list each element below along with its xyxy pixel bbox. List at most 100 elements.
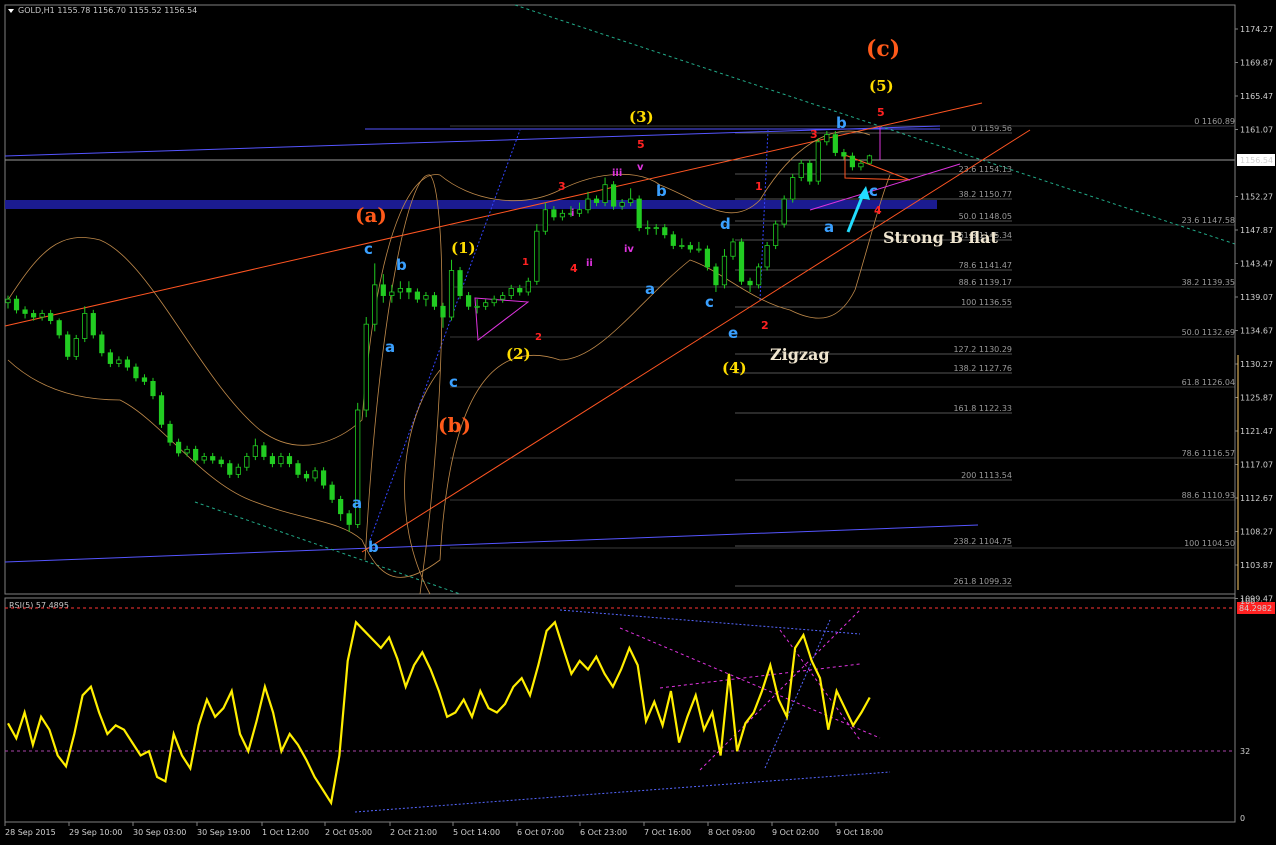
candle-body	[39, 313, 45, 318]
candle-body	[764, 245, 770, 268]
candle-body	[593, 198, 600, 203]
candle-body	[56, 320, 62, 336]
fib-right-label: 100 1104.50	[1184, 539, 1235, 548]
candle-body	[312, 470, 318, 479]
price-axis-label: 1121.47	[1240, 427, 1273, 436]
wave-label-1-red-right: 1	[755, 180, 763, 193]
time-axis-label: 6 Oct 23:00	[580, 828, 627, 837]
candle-body	[261, 445, 267, 457]
candle-body	[116, 359, 122, 364]
candle-body	[389, 291, 395, 296]
symbol-name: GOLD,H1	[18, 6, 57, 15]
fib-left-label: 238.2 1104.75	[953, 537, 1012, 546]
candle-body	[184, 448, 190, 454]
rsi-panel-frame	[4, 597, 1236, 823]
orange-ellipse-right	[404, 369, 441, 595]
wave-label-3-yellow: (3)	[629, 108, 654, 126]
wave-label-2-red-right: 2	[761, 319, 769, 332]
candle-body	[721, 255, 728, 286]
candle-body	[738, 241, 745, 282]
price-axis-label: 1169.87	[1240, 59, 1273, 68]
candle-body	[508, 288, 514, 296]
candle-body	[22, 309, 28, 314]
wave-label-ii: ii	[586, 258, 593, 269]
candle-body	[704, 248, 711, 268]
price-axis-label: 1112.67	[1240, 494, 1273, 503]
candle-body	[363, 323, 369, 411]
candle-body	[670, 234, 676, 246]
wave-label-d-blue: d	[720, 215, 731, 233]
ohlc-values: 1155.78 1156.70 1155.52 1156.54	[57, 6, 197, 15]
rsi-trend-1	[354, 771, 891, 813]
dotted-lower	[194, 501, 461, 595]
candle-body	[295, 463, 301, 475]
rsi-axis-0: 0	[1240, 814, 1245, 823]
fib-left-label: 200 1113.54	[961, 471, 1012, 480]
wave-label-b-large: (b)	[438, 413, 471, 437]
candle-body	[320, 470, 327, 486]
fib-right-label: 50.0 1132.69	[1182, 328, 1235, 337]
time-axis-label: 28 Sep 2015	[5, 828, 56, 837]
candle-body	[653, 227, 659, 230]
wave-label-c-blue-2: c	[449, 373, 458, 391]
candle-body	[662, 227, 668, 236]
candle-body	[372, 284, 378, 325]
candle-body	[798, 162, 804, 178]
candle-body	[465, 295, 472, 307]
candle-body	[65, 334, 71, 357]
fib-right-label: 23.6 1147.58	[1182, 216, 1235, 225]
candle-body	[210, 456, 216, 461]
fib-left-label: 78.6 1141.47	[959, 261, 1012, 270]
wave-label-b-blue-3: b	[656, 182, 667, 200]
wave-label-5-yellow: (5)	[869, 77, 894, 95]
candle-body	[167, 423, 173, 443]
candle-body	[150, 380, 156, 397]
candle-body	[423, 295, 429, 300]
blue-trendline-bottom	[4, 524, 979, 563]
candle-body	[431, 295, 438, 307]
time-axis-label: 30 Sep 19:00	[197, 828, 250, 837]
candle-body	[448, 270, 455, 318]
price-axis-label: 1147.87	[1240, 226, 1273, 235]
rsi-level-32: 32	[1240, 747, 1250, 756]
wave-label-5-red-mid: 5	[637, 138, 645, 151]
candle-body	[832, 134, 838, 153]
wave-label-2-yellow: (2)	[506, 345, 531, 363]
candle-body	[730, 241, 736, 257]
time-axis-label: 7 Oct 16:00	[644, 828, 691, 837]
rsi-axis-100: 100	[1240, 597, 1255, 606]
rsi-trend-3	[619, 627, 881, 739]
candle-body	[483, 302, 489, 307]
chart-menu-triangle-icon[interactable]	[8, 9, 14, 13]
wave-label-2-red-left: 2	[535, 332, 542, 343]
price-axis-label: 1174.27	[1240, 25, 1273, 34]
candle-body	[610, 184, 617, 207]
wave-label-b-blue-2: b	[368, 538, 379, 556]
candle-body	[227, 463, 233, 475]
candle-body	[559, 212, 566, 218]
fib-right-label: 78.6 1116.57	[1182, 449, 1235, 458]
candle-body	[542, 209, 548, 232]
candle-body	[124, 359, 131, 368]
price-axis-label: 1134.67	[1240, 327, 1273, 336]
fib-left-label: 138.2 1127.76	[953, 364, 1012, 373]
candle-body	[269, 456, 276, 465]
time-axis-label: 1 Oct 12:00	[262, 828, 309, 837]
candle-body	[713, 266, 719, 286]
candle-body	[338, 499, 344, 515]
wave-label-a-blue-3: a	[645, 280, 655, 298]
wave-label-iv: iv	[624, 244, 634, 255]
candle-body	[815, 141, 821, 182]
price-axis-label: 1143.47	[1240, 260, 1273, 269]
time-axis-label: 30 Sep 03:00	[133, 828, 186, 837]
fib-right-label: 0 1160.89	[1194, 117, 1235, 126]
wave-label-3-red: 3	[810, 128, 818, 141]
candle-body	[824, 134, 830, 143]
time-axis-label: 5 Oct 14:00	[453, 828, 500, 837]
candle-body	[866, 155, 873, 164]
candle-body	[201, 456, 207, 461]
strong-b-flat-note: Strong B flat	[883, 228, 999, 247]
impulse-dash-2	[759, 129, 769, 301]
candle-body	[175, 441, 182, 454]
rsi-line	[7, 619, 871, 806]
